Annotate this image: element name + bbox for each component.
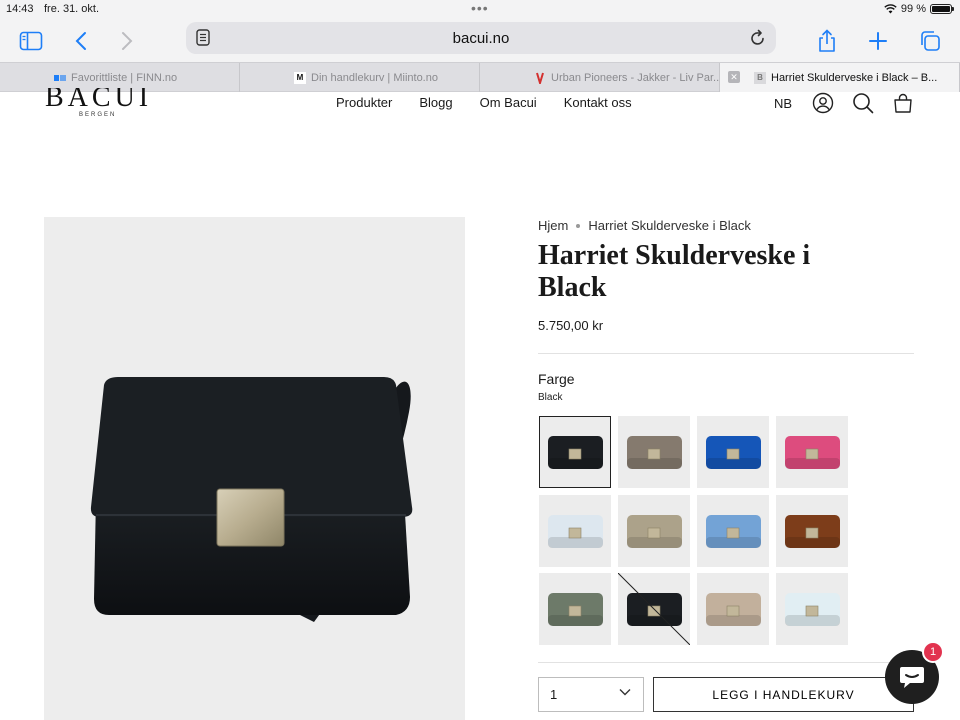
- mini-bag-icon: [618, 573, 690, 645]
- color-swatch[interactable]: [697, 573, 769, 645]
- mini-bag-icon: [548, 514, 603, 548]
- mini-bag-icon: [548, 593, 603, 626]
- chat-notification-badge: 1: [922, 641, 944, 663]
- product-image[interactable]: [44, 217, 465, 720]
- url-text: bacui.no: [452, 30, 510, 47]
- divider: [538, 662, 914, 663]
- logo-subtitle: BERGEN: [79, 112, 117, 118]
- miinto-favicon-icon: M: [294, 71, 306, 84]
- bacui-favicon-icon: B: [754, 71, 766, 84]
- site-logo[interactable]: BACUI BERGEN: [45, 88, 155, 122]
- close-tab-icon[interactable]: ✕: [728, 71, 740, 83]
- urban-pioneers-favicon-icon: [534, 72, 546, 84]
- battery-percent: 99 %: [900, 3, 926, 15]
- tab-label: Urban Pioneers - Jakker - Liv Par...: [551, 71, 720, 84]
- product-title: Harriet Skulderveske i Black: [538, 240, 811, 303]
- tab-urban-pioneers[interactable]: Urban Pioneers - Jakker - Liv Par...: [480, 63, 720, 92]
- mini-bag-icon: [548, 436, 603, 469]
- header-actions: NB: [774, 92, 932, 114]
- color-swatch[interactable]: [776, 573, 848, 645]
- color-swatch[interactable]: [618, 573, 690, 645]
- color-swatch[interactable]: [618, 416, 690, 488]
- multitasking-dots[interactable]: •••: [471, 0, 489, 16]
- mini-bag-icon: [785, 436, 840, 469]
- account-icon[interactable]: [812, 92, 834, 114]
- mini-bag-icon: [706, 593, 761, 626]
- finn-favicon-icon: [54, 72, 66, 84]
- mini-bag-icon: [706, 436, 761, 469]
- new-tab-icon[interactable]: [864, 27, 892, 55]
- color-swatch[interactable]: [776, 494, 848, 567]
- color-swatch[interactable]: [697, 416, 769, 488]
- tab-label: Din handlekurv | Miinto.no: [311, 71, 438, 84]
- status-date: fre. 31. okt.: [44, 3, 100, 15]
- color-option-label: Farge: [538, 371, 575, 387]
- breadcrumb: Hjem Harriet Skulderveske i Black: [538, 218, 751, 233]
- status-time: 14:43: [6, 3, 34, 15]
- selected-color-value: Black: [538, 392, 563, 403]
- color-swatch[interactable]: [539, 416, 611, 488]
- breadcrumb-separator: [576, 223, 581, 228]
- handbag-illustration: [90, 377, 413, 622]
- address-bar[interactable]: bacui.no: [186, 22, 776, 54]
- cart-icon[interactable]: [892, 92, 914, 114]
- share-icon[interactable]: [813, 27, 841, 55]
- language-selector[interactable]: NB: [774, 96, 792, 111]
- mini-bag-icon: [785, 514, 840, 548]
- color-swatch[interactable]: [539, 573, 611, 645]
- search-icon[interactable]: [852, 92, 874, 114]
- add-to-cart-button[interactable]: LEGG I HANDLEKURV: [653, 677, 914, 712]
- mini-bag-icon: [785, 593, 840, 626]
- mini-bag-icon: [627, 436, 682, 469]
- mini-bag-icon: [706, 514, 761, 548]
- breadcrumb-home[interactable]: Hjem: [538, 218, 568, 233]
- chevron-down-icon: [619, 689, 631, 696]
- battery-icon: [930, 4, 954, 14]
- status-bar: 14:43 fre. 31. okt. ••• 99 %: [0, 0, 960, 20]
- wifi-icon: [884, 4, 897, 14]
- tab-label: Harriet Skulderveske i Black – B...: [771, 71, 938, 84]
- color-swatch[interactable]: [697, 494, 769, 567]
- color-swatch[interactable]: [776, 416, 848, 488]
- main-nav: Produkter Blogg Om Bacui Kontakt oss: [336, 95, 632, 110]
- logo-word: BACUI: [45, 88, 153, 113]
- quantity-value: 1: [550, 687, 558, 702]
- mini-bag-icon: [627, 514, 682, 548]
- reload-icon[interactable]: [750, 29, 766, 51]
- browser-toolbar: bacui.no: [0, 20, 960, 62]
- back-icon[interactable]: [67, 27, 95, 55]
- color-swatch[interactable]: [618, 494, 690, 567]
- chat-icon: [900, 667, 924, 688]
- tab-bacui[interactable]: ✕ B Harriet Skulderveske i Black – B...: [720, 63, 960, 92]
- status-right: 99 %: [884, 3, 954, 15]
- nav-om-bacui[interactable]: Om Bacui: [480, 95, 537, 110]
- quantity-select[interactable]: 1: [538, 677, 644, 712]
- nav-blogg[interactable]: Blogg: [419, 95, 452, 110]
- product-price: 5.750,00 kr: [538, 318, 604, 333]
- nav-kontakt-oss[interactable]: Kontakt oss: [564, 95, 632, 110]
- sidebar-icon[interactable]: [17, 27, 45, 55]
- divider: [538, 353, 914, 354]
- breadcrumb-current: Harriet Skulderveske i Black: [588, 218, 751, 233]
- nav-produkter[interactable]: Produkter: [336, 95, 392, 110]
- tab-miinto[interactable]: M Din handlekurv | Miinto.no: [240, 63, 480, 92]
- tabs-overview-icon[interactable]: [916, 27, 944, 55]
- forward-icon[interactable]: [113, 27, 141, 55]
- color-swatch[interactable]: [539, 494, 611, 567]
- tab-label: Favorittliste | FINN.no: [71, 71, 178, 84]
